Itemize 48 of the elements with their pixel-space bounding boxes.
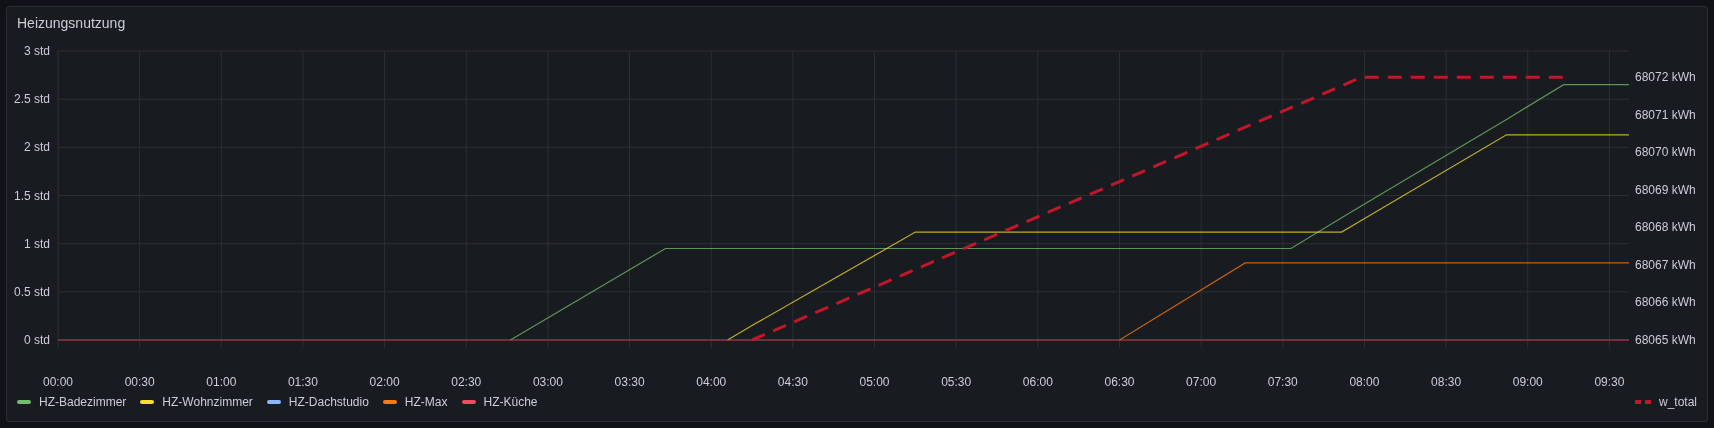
panel-title: Heizungsnutzung bbox=[17, 13, 126, 33]
axis-label: 1 std bbox=[24, 236, 50, 251]
legend-label: HZ-Badezimmer bbox=[39, 394, 127, 411]
legend-item[interactable]: HZ-Küche bbox=[461, 393, 538, 411]
axis-label: 0 std bbox=[24, 333, 50, 347]
axis-label: 2.5 std bbox=[13, 92, 50, 107]
axis-label: 06:30 bbox=[1104, 375, 1135, 389]
axis-label: 68066 kWh bbox=[1635, 295, 1696, 310]
axis-label: 68067 kWh bbox=[1635, 257, 1696, 272]
axis-label: 07:30 bbox=[1267, 375, 1298, 389]
legend-item[interactable]: w_total bbox=[1634, 393, 1697, 411]
legend-item[interactable]: HZ-Badezimmer bbox=[17, 393, 127, 411]
axis-label: 03:30 bbox=[614, 375, 645, 389]
legend-item[interactable]: HZ-Max bbox=[382, 393, 448, 411]
axis-label: 68069 kWh bbox=[1635, 182, 1696, 197]
axis-label: 00:00 bbox=[43, 375, 73, 389]
legend-label: w_total bbox=[1658, 394, 1697, 411]
legend-label: HZ-Dachstudio bbox=[288, 394, 369, 411]
axis-label: 0.5 std bbox=[13, 284, 50, 299]
axis-label: 03:00 bbox=[532, 375, 563, 389]
axis-label: 05:30 bbox=[941, 375, 972, 389]
axis-label: 68071 kWh bbox=[1635, 107, 1696, 122]
axis-label: 68072 kWh bbox=[1635, 70, 1696, 85]
axis-label: 06:00 bbox=[1022, 375, 1053, 389]
axis-label: 2 std bbox=[24, 140, 50, 155]
axis-label: 09:00 bbox=[1512, 375, 1543, 389]
axis-label: 02:00 bbox=[369, 375, 400, 389]
axis-label: 04:00 bbox=[696, 375, 727, 389]
legend-label: HZ-Küche bbox=[483, 394, 538, 411]
axis-label: 1.5 std bbox=[13, 188, 50, 203]
axis-label: 68070 kWh bbox=[1635, 145, 1696, 160]
legend-label: HZ-Wohnzimmer bbox=[162, 394, 253, 411]
axis-label: 09:30 bbox=[1594, 375, 1625, 389]
legend-label: HZ-Max bbox=[404, 394, 448, 411]
axis-label: 01:30 bbox=[287, 375, 318, 389]
axis-label: 08:30 bbox=[1431, 375, 1462, 389]
axis-label: 08:00 bbox=[1349, 375, 1380, 389]
axis-label: 07:00 bbox=[1186, 375, 1217, 389]
legend-item[interactable]: HZ-Wohnzimmer bbox=[140, 393, 253, 411]
axis-label: 02:30 bbox=[451, 375, 482, 389]
axis-label: 00:30 bbox=[124, 375, 155, 389]
legend-item[interactable]: HZ-Dachstudio bbox=[266, 393, 369, 411]
axis-label: 68065 kWh bbox=[1635, 333, 1696, 347]
axis-label: 04:30 bbox=[777, 375, 808, 389]
axis-label: 68068 kWh bbox=[1635, 220, 1696, 235]
axis-label: 05:00 bbox=[859, 375, 890, 389]
axis-label: 3 std bbox=[24, 44, 50, 58]
axis-label: 01:00 bbox=[206, 375, 237, 389]
